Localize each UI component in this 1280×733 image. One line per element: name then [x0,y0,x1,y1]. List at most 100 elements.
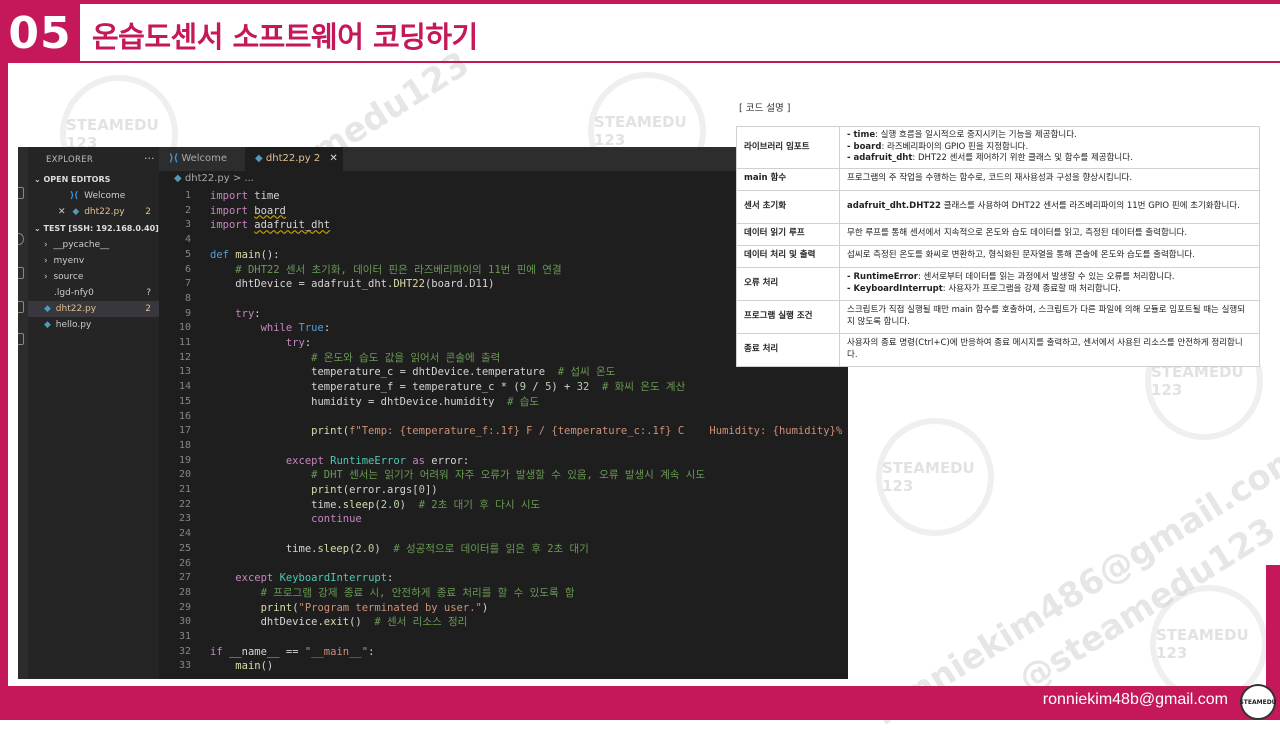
description-item: 프로그램의 주 작업을 수행하는 함수로, 코드의 재사용성과 구성을 향상시킵… [847,173,1252,185]
description-item-text: 스크립트가 직접 실행될 때만 main 함수를 호출하여, 스크립트가 다른 … [847,305,1246,327]
description-item: 스크립트가 직접 실행될 때만 main 함수를 호출하여, 스크립트가 다른 … [847,305,1252,328]
file-label: .lgd-nfy0 [54,288,94,298]
line-number: 31 [178,631,191,642]
close-icon[interactable]: ✕ [58,207,66,217]
code-line[interactable]: 23 continue [159,512,848,527]
more-actions-icon[interactable]: ··· [144,152,155,165]
description-row: main 함수 프로그램의 주 작업을 수행하는 함수로, 코드의 재사용성과 구… [736,167,1260,191]
description-key: main 함수 [736,167,840,191]
code-text: if __name__ == "__main__": [210,645,375,658]
code-line[interactable]: 25 time.sleep(2.0) # 성공적으로 데이터를 읽은 후 2초 … [159,542,848,557]
description-row: 센서 초기화 adafruit_dht.DHT22 클래스를 사용하여 DHT22… [736,189,1260,224]
code-line[interactable]: 24 [159,527,848,542]
description-item-text: : 센서로부터 데이터를 읽는 과정에서 발생할 수 있는 오류를 처리합니다. [917,272,1175,282]
code-line[interactable]: 33 main() [159,659,848,674]
tab-label: Welcome [181,153,228,164]
tab-dht22[interactable]: ◆ dht22.py 2 ✕ [245,147,343,171]
tree-file-dht22[interactable]: ◆ dht22.py 2 [28,301,159,317]
description-item: - time: 실행 흐름을 일시적으로 중지시키는 기능을 제공합니다. [847,130,1252,142]
description-value: - time: 실행 흐름을 일시적으로 중지시키는 기능을 제공합니다. - b… [839,126,1260,169]
code-line[interactable]: 17 print(f"Temp: {temperature_f:.1f} F /… [159,424,848,439]
open-editor-dht22[interactable]: ✕ ◆ dht22.py 2 [28,204,159,220]
header-divider [78,61,1280,63]
problem-count-badge: 2 [145,207,151,217]
line-number: 19 [178,454,191,466]
chevron-right-icon: › [44,256,48,266]
description-item-text: 무한 루프를 통해 센서에서 지속적으로 온도와 습도 데이터를 읽고, 측정된… [847,228,1188,239]
explorer-sidebar: EXPLORER ··· ⌄ OPEN EDITORS ⟩⟨ Welcome ✕… [28,147,159,679]
code-line[interactable]: 30 dhtDevice.exit() # 센서 리소스 정리 [159,615,848,630]
code-line[interactable]: 32 if __name__ == "__main__": [159,645,848,660]
file-label: dht22.py [84,207,125,217]
description-item-text: : 사용자가 프로그램을 강제 종료할 때 처리합니다. [942,283,1121,294]
code-line[interactable]: 28 # 프로그램 강제 종료 시, 안전하게 종료 처리를 할 수 있도록 함 [159,586,848,601]
line-number: 32 [178,645,191,657]
code-line[interactable]: 13 temperature_c = dhtDevice.temperature… [159,365,848,380]
description-row: 라이브러리 임포트 - time: 실행 흐름을 일시적으로 중지시키는 기능을 … [736,126,1260,169]
code-text: main() [235,660,274,673]
code-line[interactable]: 18 [159,439,848,454]
code-text: time.sleep(2.0) # 2초 대기 후 다시 시도 [210,498,541,511]
files-icon[interactable] [18,187,24,199]
description-item-term: - RuntimeError [847,272,918,282]
left-accent-rail [0,62,8,690]
description-item: 무한 루프를 통해 센서에서 지속적으로 온도와 습도 데이터를 읽고, 측정된… [847,228,1252,240]
tree-folder-source[interactable]: › source [28,269,159,285]
line-number: 13 [178,366,191,378]
extensions-icon[interactable] [18,333,24,345]
code-line[interactable]: 22 time.sleep(2.0) # 2초 대기 후 다시 시도 [159,498,848,513]
workspace-section[interactable]: ⌄ TEST [SSH: 192.168.0.40] [28,221,159,237]
code-line[interactable]: 19 except RuntimeError as error: [159,454,848,469]
description-key: 종료 처리 [736,332,840,367]
line-number: 25 [178,542,191,554]
code-line[interactable]: 31 [159,630,848,645]
code-line[interactable]: 14 temperature_f = temperature_c * (9 / … [159,380,848,395]
tree-file-lgd[interactable]: .lgd-nfy0 ? [28,285,159,301]
tab-welcome[interactable]: ⟩⟨ Welcome [159,147,245,171]
explorer-title: EXPLORER [46,155,94,165]
tree-file-hello[interactable]: ◆ hello.py [28,317,159,333]
description-item-text: 사용자의 종료 명령(Ctrl+C)에 반응하여 종료 메시지를 출력하고, 센… [847,338,1243,360]
search-icon[interactable] [18,233,24,245]
footer-bar: ronniekim48b@gmail.com STEAMEDU [0,684,1280,720]
close-icon[interactable]: ✕ [329,153,337,164]
section-label: OPEN EDITORS [43,175,111,184]
tree-folder-pycache[interactable]: › __pycache__ [28,237,159,253]
tree-folder-myenv[interactable]: › myenv [28,253,159,269]
description-item-term: - board [847,141,882,152]
description-value: 프로그램의 주 작업을 수행하는 함수로, 코드의 재사용성과 구성을 향상시킵… [839,167,1260,191]
description-item-term: adafruit_dht.DHT22 [847,200,941,211]
footer-email: ronniekim48b@gmail.com [1042,691,1228,708]
line-number: 7 [184,278,191,290]
code-text: temperature_c = dhtDevice.temperature # … [210,366,616,379]
code-line[interactable]: 27 except KeyboardInterrupt: [159,571,848,586]
open-editor-welcome[interactable]: ⟩⟨ Welcome [28,188,159,204]
top-accent-bar [0,0,1280,4]
description-item-text: : 라즈베리파이의 GPIO 핀을 지정합니다. [881,141,1029,152]
line-number: 21 [178,484,191,495]
code-line[interactable]: 29 print("Program terminated by user.") [159,601,848,616]
description-value: 무한 루프를 통해 센서에서 지속적으로 온도와 습도 데이터를 읽고, 측정된… [839,222,1260,246]
code-text: # 온도와 습도 값을 읽어서 콘솔에 출력 [311,351,501,364]
line-number: 6 [184,263,191,275]
section-number: 05 [0,4,80,63]
code-line[interactable]: 26 [159,557,848,572]
description-item: - RuntimeError: 센서로부터 데이터를 읽는 과정에서 발생할 수… [847,272,1252,284]
debug-icon[interactable] [18,301,24,313]
line-number: 8 [184,292,191,304]
code-line[interactable]: 21 print(error.args[0]) [159,483,848,498]
code-line[interactable]: 16 [159,410,848,425]
problem-count-badge: 2 [145,304,151,314]
description-row: 프로그램 실행 조건 스크립트가 직접 실행될 때만 main 함수를 호출하여,… [736,299,1260,334]
code-text: import board [210,204,286,217]
breadcrumb[interactable]: ◆ dht22.py > ... [174,173,254,184]
line-number: 26 [178,557,191,569]
open-editors-section[interactable]: ⌄ OPEN EDITORS [28,172,159,188]
line-number: 3 [184,219,191,231]
description-item: adafruit_dht.DHT22 클래스를 사용하여 DHT22 센서를 라… [847,201,1252,213]
code-line[interactable]: 20 # DHT 센서는 읽기가 어려워 자주 오류가 발생할 수 있음, 오류… [159,468,848,483]
source-control-icon[interactable] [18,267,24,279]
code-text: while True: [260,322,331,335]
python-icon: ◆ [44,304,51,314]
code-line[interactable]: 15 humidity = dhtDevice.humidity # 습도 [159,395,848,410]
